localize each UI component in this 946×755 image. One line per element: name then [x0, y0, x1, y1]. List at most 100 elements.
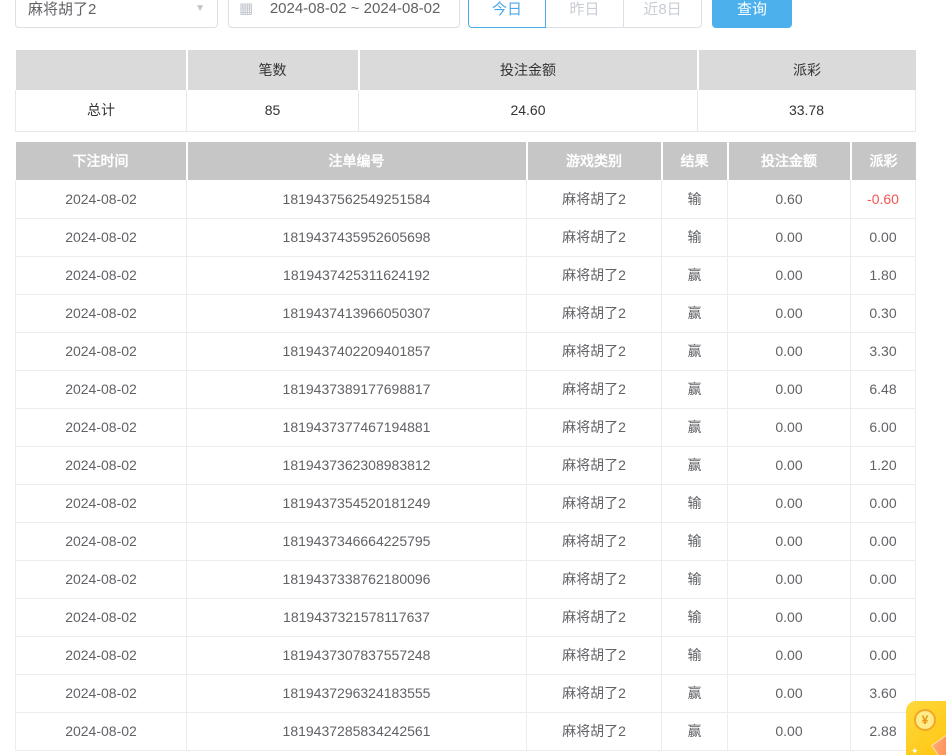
game-type-cell: 麻将胡了2 [527, 636, 662, 674]
order-id-cell: 1819437307837557248 [187, 636, 527, 674]
game-type-cell: 麻将胡了2 [527, 560, 662, 598]
bet-amount-cell: 0.00 [728, 598, 851, 636]
table-row: 2024-08-021819437562549251584麻将胡了2输0.60-… [16, 180, 916, 218]
game-type-cell: 麻将胡了2 [527, 370, 662, 408]
payout-cell: 1.20 [851, 446, 916, 484]
total-bet-amount: 24.60 [359, 90, 698, 131]
result-cell: 赢 [662, 674, 728, 712]
order-id-cell: 1819437338762180096 [187, 560, 527, 598]
today-button[interactable]: 今日 [468, 0, 546, 28]
bet-amount-cell: 0.00 [728, 408, 851, 446]
table-row: 2024-08-021819437389177698817麻将胡了2赢0.006… [16, 370, 916, 408]
payout-cell: 0.30 [851, 294, 916, 332]
bet-records-table: 下注时间 注单编号 游戏类别 结果 投注金额 派彩 2024-08-021819… [15, 142, 915, 751]
table-row: 2024-08-021819437321578117637麻将胡了2输0.000… [16, 598, 916, 636]
yesterday-button[interactable]: 昨日 [546, 0, 624, 28]
bet-amount-cell: 0.00 [728, 332, 851, 370]
result-cell: 赢 [662, 332, 728, 370]
game-type-cell: 麻将胡了2 [527, 446, 662, 484]
result-cell: 输 [662, 522, 728, 560]
game-select[interactable]: 麻将胡了2 ▼ [15, 0, 218, 28]
header-game-type: 游戏类别 [527, 142, 662, 180]
table-row: 2024-08-021819437362308983812麻将胡了2赢0.001… [16, 446, 916, 484]
payout-cell: -0.60 [851, 180, 916, 218]
betting-records-page: 麻将胡了2 ▼ ▦ 2024-08-02 ~ 2024-08-02 今日 昨日 … [0, 0, 946, 755]
bet-time-cell: 2024-08-02 [16, 180, 187, 218]
total-count: 85 [187, 90, 359, 131]
table-row: 2024-08-021819437338762180096麻将胡了2输0.000… [16, 560, 916, 598]
bet-amount-cell: 0.00 [728, 522, 851, 560]
game-type-cell: 麻将胡了2 [527, 598, 662, 636]
table-row: 2024-08-021819437425311624192麻将胡了2赢0.001… [16, 256, 916, 294]
order-id-cell: 1819437285834242561 [187, 712, 527, 750]
table-row: 2024-08-021819437377467194881麻将胡了2赢0.006… [16, 408, 916, 446]
game-type-cell: 麻将胡了2 [527, 408, 662, 446]
chevron-down-icon: ▼ [195, 3, 205, 14]
date-range-picker[interactable]: ▦ 2024-08-02 ~ 2024-08-02 [228, 0, 460, 28]
order-id-cell: 1819437562549251584 [187, 180, 527, 218]
payout-cell: 6.48 [851, 370, 916, 408]
table-row: 2024-08-021819437285834242561麻将胡了2赢0.002… [16, 712, 916, 750]
payout-cell: 0.00 [851, 636, 916, 674]
bet-time-cell: 2024-08-02 [16, 332, 187, 370]
payout-cell: 0.00 [851, 598, 916, 636]
bet-table-header-row: 下注时间 注单编号 游戏类别 结果 投注金额 派彩 [16, 142, 916, 180]
gold-coin-icon: ¥ [914, 709, 936, 731]
bet-time-cell: 2024-08-02 [16, 446, 187, 484]
result-cell: 赢 [662, 446, 728, 484]
game-type-cell: 麻将胡了2 [527, 294, 662, 332]
payout-cell: 6.00 [851, 408, 916, 446]
filter-bar: 麻将胡了2 ▼ ▦ 2024-08-02 ~ 2024-08-02 今日 昨日 … [0, 0, 946, 29]
order-id-cell: 1819437435952605698 [187, 218, 527, 256]
bet-time-cell: 2024-08-02 [16, 598, 187, 636]
result-cell: 赢 [662, 408, 728, 446]
summary-table: 笔数 投注金额 派彩 总计 85 24.60 33.78 [15, 50, 915, 132]
game-type-cell: 麻将胡了2 [527, 712, 662, 750]
bet-time-cell: 2024-08-02 [16, 408, 187, 446]
calendar-icon: ▦ [239, 0, 253, 17]
result-cell: 赢 [662, 370, 728, 408]
bet-time-cell: 2024-08-02 [16, 674, 187, 712]
bet-amount-cell: 0.00 [728, 674, 851, 712]
bet-amount-cell: 0.00 [728, 294, 851, 332]
order-id-cell: 1819437296324183555 [187, 674, 527, 712]
order-id-cell: 1819437354520181249 [187, 484, 527, 522]
bet-time-cell: 2024-08-02 [16, 712, 187, 750]
game-type-cell: 麻将胡了2 [527, 484, 662, 522]
bet-time-cell: 2024-08-02 [16, 636, 187, 674]
table-row: 2024-08-021819437296324183555麻将胡了2赢0.003… [16, 674, 916, 712]
summary-header-row: 笔数 投注金额 派彩 [16, 50, 916, 90]
order-id-cell: 1819437413966050307 [187, 294, 527, 332]
bet-amount-cell: 0.00 [728, 446, 851, 484]
table-row: 2024-08-021819437354520181249麻将胡了2输0.000… [16, 484, 916, 522]
order-id-cell: 1819437362308983812 [187, 446, 527, 484]
bet-amount-cell: 0.00 [728, 560, 851, 598]
summary-header-count: 笔数 [187, 50, 359, 90]
bet-time-cell: 2024-08-02 [16, 294, 187, 332]
table-row: 2024-08-021819437413966050307麻将胡了2赢0.000… [16, 294, 916, 332]
result-cell: 输 [662, 636, 728, 674]
table-row: 2024-08-021819437435952605698麻将胡了2输0.000… [16, 218, 916, 256]
game-type-cell: 麻将胡了2 [527, 332, 662, 370]
payout-cell: 3.30 [851, 332, 916, 370]
promo-red-packet-widget[interactable]: ¥ ✦ [906, 701, 946, 755]
order-id-cell: 1819437402209401857 [187, 332, 527, 370]
game-type-cell: 麻将胡了2 [527, 218, 662, 256]
bet-time-cell: 2024-08-02 [16, 560, 187, 598]
bet-time-cell: 2024-08-02 [16, 218, 187, 256]
result-cell: 输 [662, 180, 728, 218]
game-type-cell: 麻将胡了2 [527, 180, 662, 218]
bet-amount-cell: 0.60 [728, 180, 851, 218]
header-bet-time: 下注时间 [16, 142, 187, 180]
bet-time-cell: 2024-08-02 [16, 484, 187, 522]
order-id-cell: 1819437321578117637 [187, 598, 527, 636]
game-type-cell: 麻将胡了2 [527, 674, 662, 712]
result-cell: 输 [662, 484, 728, 522]
last-8-days-button[interactable]: 近8日 [624, 0, 702, 28]
payout-cell: 0.00 [851, 484, 916, 522]
search-button[interactable]: 查询 [712, 0, 792, 28]
game-type-cell: 麻将胡了2 [527, 522, 662, 560]
bet-time-cell: 2024-08-02 [16, 370, 187, 408]
payout-cell: 0.00 [851, 522, 916, 560]
payout-cell: 0.00 [851, 560, 916, 598]
